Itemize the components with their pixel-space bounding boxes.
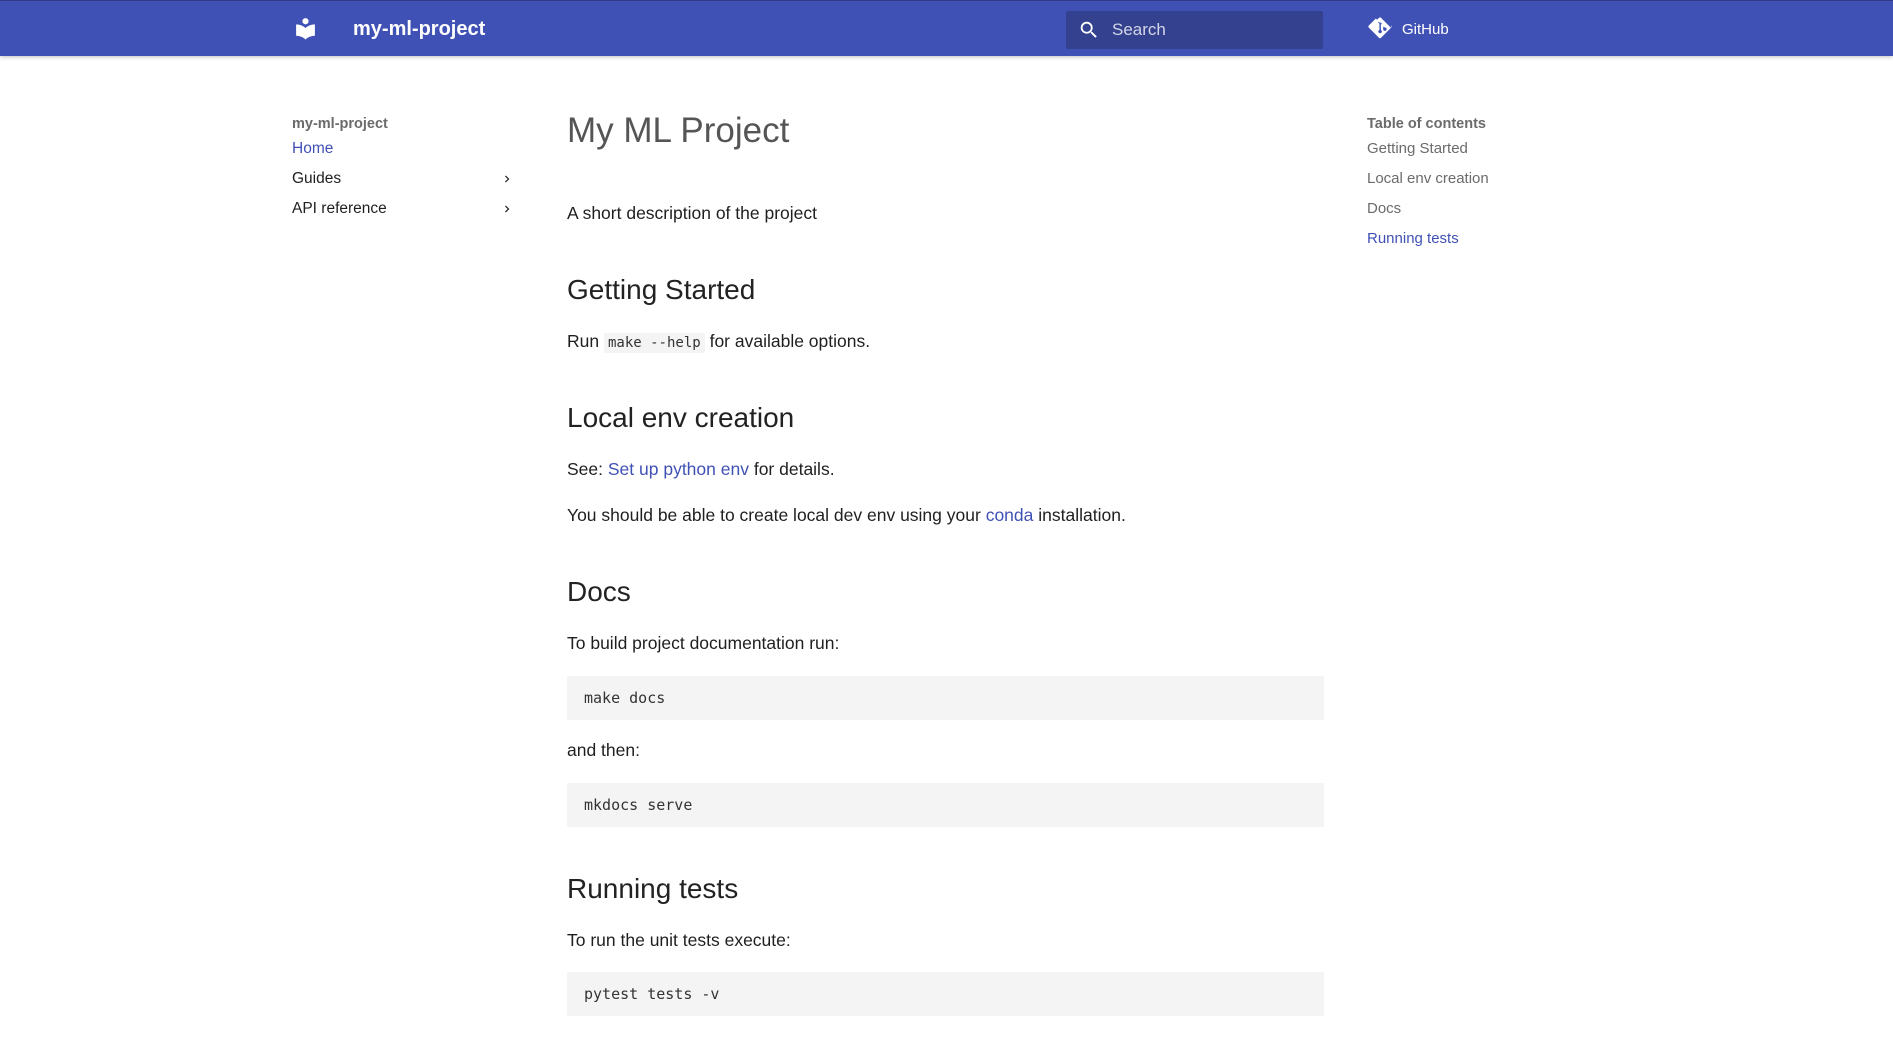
search-icon bbox=[1080, 21, 1097, 38]
heading-local-env-creation: Local env creation bbox=[567, 402, 795, 433]
docs-between: and then: bbox=[567, 740, 640, 760]
text: for details. bbox=[753, 459, 835, 479]
text: for available options. bbox=[709, 331, 871, 351]
code-block-mkdocs-serve[interactable]: mkdocs serve bbox=[567, 783, 1324, 827]
sidebar-item-label: Home bbox=[292, 140, 334, 157]
git-icon bbox=[1368, 17, 1392, 39]
heading-running-tests: Running tests bbox=[567, 873, 739, 904]
sidebar-item-home[interactable]: Home bbox=[292, 134, 522, 164]
primary-sidebar: my-ml-project Home Guides API reference bbox=[292, 114, 522, 224]
sidebar-item-label: API reference bbox=[292, 200, 387, 217]
book-logo-icon[interactable] bbox=[293, 16, 318, 41]
table-of-contents: Table of contents Getting Started Local … bbox=[1367, 114, 1617, 254]
site-title[interactable]: my-ml-project bbox=[353, 17, 485, 41]
inline-code: make --help bbox=[603, 333, 705, 353]
toc-item-docs[interactable]: Docs bbox=[1367, 194, 1617, 224]
sidebar-item-guides[interactable]: Guides bbox=[292, 164, 522, 194]
top-header: my-ml-project GitHub bbox=[0, 0, 1893, 56]
project-description: A short description of the project bbox=[567, 203, 817, 223]
local-env-paragraph-2: You should be able to create local dev e… bbox=[567, 502, 1126, 528]
search-input[interactable] bbox=[1112, 11, 1312, 49]
search-box[interactable] bbox=[1066, 11, 1323, 49]
text: See: bbox=[567, 459, 603, 479]
chevron-right-icon[interactable] bbox=[500, 202, 514, 216]
github-label: GitHub bbox=[1402, 20, 1449, 38]
toc-item-getting-started[interactable]: Getting Started bbox=[1367, 134, 1617, 164]
text: Run bbox=[567, 331, 600, 351]
heading-getting-started: Getting Started bbox=[567, 274, 756, 305]
code-block-pytest[interactable]: pytest tests -v bbox=[567, 972, 1324, 1016]
toc-title: Table of contents bbox=[1367, 116, 1486, 132]
text: installation. bbox=[1038, 505, 1126, 525]
getting-started-paragraph: Run make --help for available options. bbox=[567, 328, 870, 356]
conda-link[interactable]: conda bbox=[986, 505, 1034, 525]
sidebar-item-label: Guides bbox=[292, 170, 342, 187]
tests-intro: To run the unit tests execute: bbox=[567, 930, 791, 950]
code-block-make-docs[interactable]: make docs bbox=[567, 676, 1324, 720]
sidebar-title: my-ml-project bbox=[292, 116, 388, 132]
toc-item-running-tests[interactable]: Running tests bbox=[1367, 224, 1617, 254]
setup-python-env-link[interactable]: Set up python env bbox=[608, 459, 749, 479]
page-title: My ML Project bbox=[567, 111, 790, 150]
local-env-paragraph-1: See: Set up python env for details. bbox=[567, 456, 835, 482]
sidebar-item-api-reference[interactable]: API reference bbox=[292, 194, 522, 224]
chevron-right-icon[interactable] bbox=[500, 172, 514, 186]
docs-intro: To build project documentation run: bbox=[567, 633, 840, 653]
github-link[interactable]: GitHub bbox=[1368, 17, 1449, 41]
heading-docs: Docs bbox=[567, 576, 631, 607]
text: You should be able to create local dev e… bbox=[567, 505, 981, 525]
toc-item-local-env-creation[interactable]: Local env creation bbox=[1367, 164, 1617, 194]
